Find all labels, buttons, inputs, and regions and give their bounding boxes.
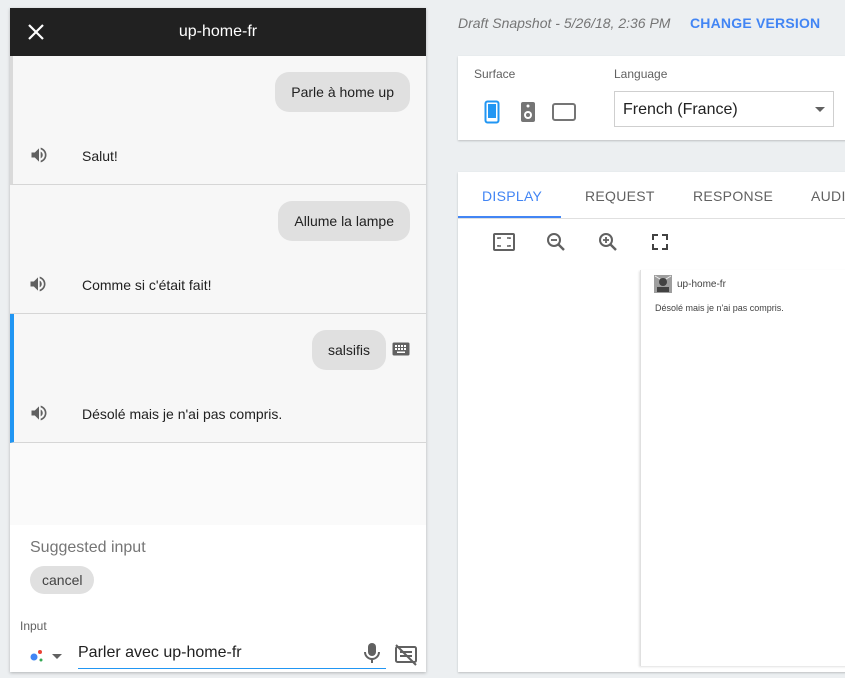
tv-surface-icon[interactable] (552, 103, 576, 121)
microphone-icon[interactable] (362, 642, 382, 664)
zoom-in-icon[interactable] (596, 230, 620, 254)
close-icon[interactable] (24, 20, 48, 44)
tab-request[interactable]: REQUEST (585, 188, 655, 204)
suggested-input-title: Suggested input (30, 539, 146, 556)
speaker-icon[interactable] (28, 274, 48, 294)
input-label: Input (20, 619, 47, 633)
assistant-reply: Comme si c'était fait! (82, 277, 212, 293)
speaker-icon[interactable] (29, 145, 49, 165)
active-tab-indicator (458, 216, 561, 218)
app-avatar (654, 275, 672, 293)
assistant-dropdown-icon[interactable] (30, 649, 66, 665)
assistant-reply: Désolé mais je n'ai pas compris. (82, 406, 283, 422)
language-label: Language (614, 67, 668, 81)
zoom-out-icon[interactable] (544, 230, 568, 254)
no-display-icon[interactable] (394, 644, 418, 666)
simulator-title: up-home-fr (178, 23, 258, 40)
surface-label: Surface (474, 67, 516, 81)
user-bubble: salsifis (311, 330, 386, 370)
speaker-surface-icon[interactable] (520, 101, 536, 123)
fullscreen-icon[interactable] (648, 230, 672, 254)
language-select[interactable]: French (France) (614, 91, 834, 127)
display-preview: up-home-fr Désolé mais je n'ai pas compr… (640, 270, 845, 666)
preview-app-name: up-home-fr (677, 279, 726, 290)
display-card: DISPLAY REQUEST RESPONSE AUDIO up-home-f… (458, 172, 845, 672)
simulator-header: up-home-fr (10, 8, 426, 56)
tab-response[interactable]: RESPONSE (693, 188, 773, 204)
simulator-panel: up-home-fr Parle à home up Salut! Allume… (10, 8, 426, 672)
conversation-turn-active[interactable]: salsifis Désolé mais je n'ai pas compris… (10, 314, 426, 443)
conversation-turn[interactable]: Allume la lampe Comme si c'était fait! (10, 185, 426, 314)
assistant-reply: Salut! (82, 148, 118, 164)
tab-display[interactable]: DISPLAY (482, 188, 542, 204)
language-select-value: French (France) (623, 101, 738, 118)
speaker-icon[interactable] (29, 403, 49, 423)
tab-audio[interactable]: AUDIO (811, 188, 845, 204)
preview-response-text: Désolé mais je n'ai pas compris. (655, 303, 784, 313)
phone-surface-icon[interactable] (484, 100, 500, 124)
suggestion-chip-cancel[interactable]: cancel (30, 566, 95, 594)
query-input[interactable]: Parler avec up-home-fr (78, 636, 386, 669)
conversation-turn[interactable]: Parle à home up Salut! (10, 56, 426, 185)
fit-screen-icon[interactable] (492, 230, 516, 254)
chevron-down-icon (815, 107, 825, 112)
snapshot-label: Draft Snapshot - 5/26/18, 2:36 PM (458, 15, 671, 31)
keyboard-icon (392, 342, 410, 356)
settings-card: Surface Language French (France) (458, 56, 845, 140)
user-bubble: Allume la lampe (278, 201, 410, 241)
change-version-button[interactable]: CHANGE VERSION (690, 15, 820, 31)
user-bubble: Parle à home up (275, 72, 410, 112)
suggested-input-area: Suggested input cancel Input Parler avec… (10, 525, 426, 672)
tab-bar: DISPLAY REQUEST RESPONSE AUDIO (458, 172, 845, 219)
